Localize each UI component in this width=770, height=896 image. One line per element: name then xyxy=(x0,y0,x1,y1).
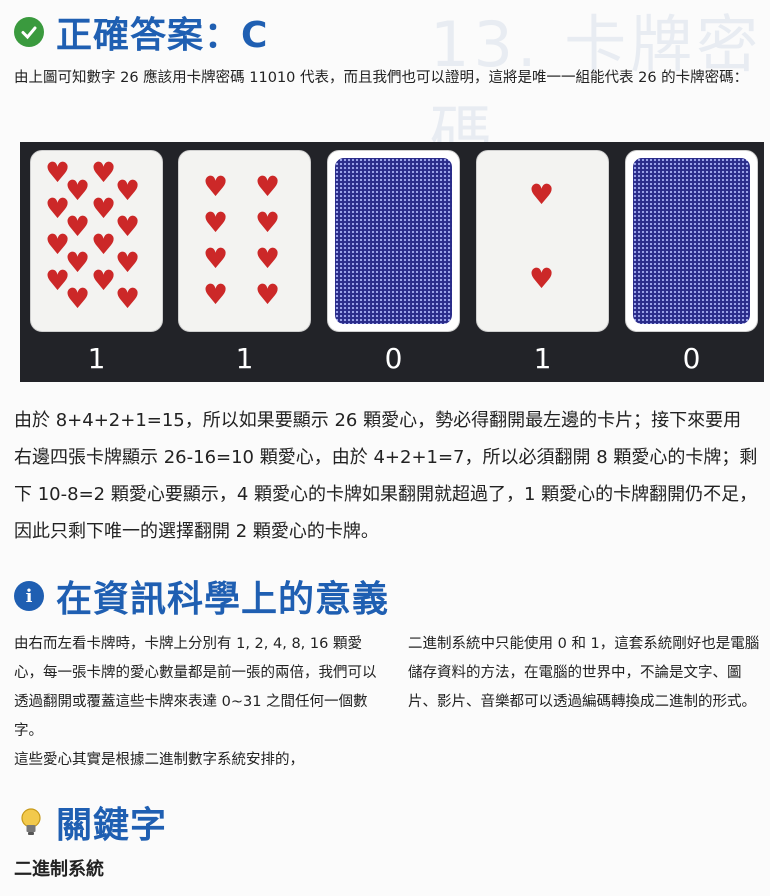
heart-icon: ♥ xyxy=(91,228,117,261)
lightbulb-icon xyxy=(18,807,44,837)
card-8-hearts: ♥ ♥ ♥ ♥ ♥ ♥ ♥ ♥ xyxy=(178,150,311,332)
meaning-right-paragraph: 二進制系統中只能使用 0 和 1，這套系統剛好也是電腦儲存資料的方法，在電腦的世… xyxy=(408,636,760,710)
heart-icon: ♥ xyxy=(529,262,555,295)
card-bit: 0 xyxy=(682,342,701,375)
card-4-hearts-facedown xyxy=(327,150,460,332)
heart-icon: ♥ xyxy=(115,282,141,315)
card-bit: 1 xyxy=(533,342,552,375)
heart-icon: ♥ xyxy=(255,278,281,311)
card-bit: 0 xyxy=(384,342,403,375)
card-bit: 1 xyxy=(235,342,254,375)
heart-icon: ♥ xyxy=(255,206,281,239)
answer-heading: 正確答案：C xyxy=(14,6,268,58)
intro-paragraph: 由上圖可知數字 26 應該用卡牌密碼 11010 代表，而且我們也可以證明，這將… xyxy=(14,70,749,86)
heart-icon: ♥ xyxy=(115,210,141,243)
heart-icon: ♥ xyxy=(91,264,117,297)
heart-icon: ♥ xyxy=(203,278,229,311)
heart-icon: ♥ xyxy=(65,282,91,315)
card-bit: 1 xyxy=(87,342,106,375)
heart-icon: ♥ xyxy=(255,242,281,275)
check-circle-icon xyxy=(14,17,44,47)
meaning-left-continued: 這些愛心其實是根據二進制數字系統安排的， xyxy=(14,752,304,768)
heart-icon: ♥ xyxy=(203,170,229,203)
meaning-title: 在資訊科學上的意義 xyxy=(56,579,390,620)
heart-icon: ♥ xyxy=(203,242,229,275)
info-circle-icon: i xyxy=(14,581,44,611)
heart-icon: ♥ xyxy=(255,170,281,203)
meaning-heading: i 在資訊科學上的意義 xyxy=(14,570,389,622)
card-1-heart-facedown xyxy=(625,150,758,332)
heart-icon: ♥ xyxy=(529,178,555,211)
heart-icon: ♥ xyxy=(91,192,117,225)
meaning-left-paragraph: 由右而左看卡牌時，卡牌上分別有 1, 2, 4, 8, 16 顆愛心，每一張卡牌… xyxy=(14,636,377,739)
keyword-text: 二進制系統 xyxy=(14,859,104,880)
card-16-hearts: ♥ ♥ ♥ ♥ ♥ ♥ ♥ ♥ ♥ ♥ ♥ ♥ ♥ ♥ ♥ ♥ xyxy=(30,150,163,332)
heart-icon: ♥ xyxy=(115,246,141,279)
card-panel: ♥ ♥ ♥ ♥ ♥ ♥ ♥ ♥ ♥ ♥ ♥ ♥ ♥ ♥ ♥ ♥ ♥ ♥ ♥ ♥ ♥ ♥ ♥ ♥ ♥ ♥ 1 1 0 1 0 xyxy=(20,142,764,382)
keyword-heading: 關鍵字 xyxy=(18,796,167,848)
keyword-title: 關鍵字 xyxy=(56,805,168,846)
answer-title: 正確答案：C xyxy=(56,15,269,56)
heart-icon: ♥ xyxy=(91,156,117,189)
explanation-paragraph: 由於 8+4+2+1=15，所以如果要顯示 26 顆愛心，勢必得翻開最左邊的卡片… xyxy=(14,410,758,542)
heart-icon: ♥ xyxy=(115,174,141,207)
card-2-hearts: ♥ ♥ xyxy=(476,150,609,332)
heart-icon: ♥ xyxy=(203,206,229,239)
